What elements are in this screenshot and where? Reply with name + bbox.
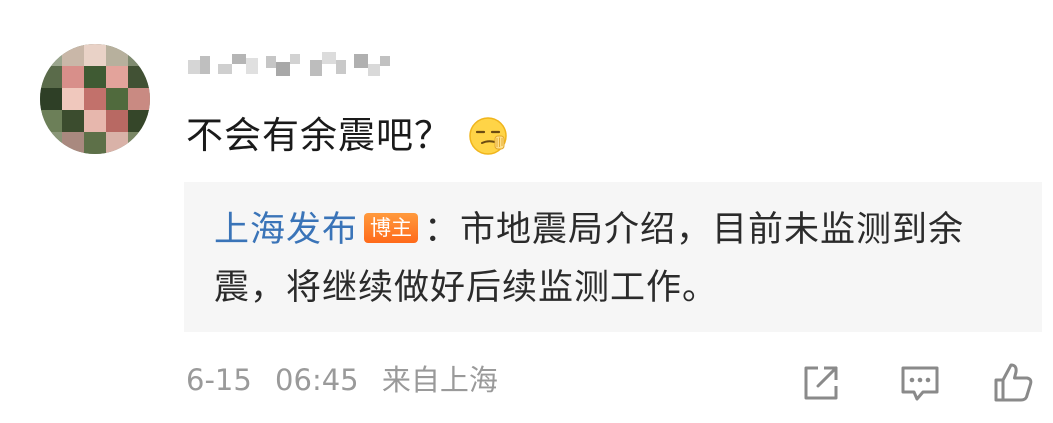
share-button[interactable] — [798, 360, 844, 406]
user-avatar[interactable] — [40, 44, 150, 154]
comment-body: 不会有余震吧？ — [186, 108, 508, 164]
share-icon — [804, 366, 838, 400]
reply-text-part-2: 震，将继续做好后续监测工作。 — [214, 268, 719, 308]
comment-meta: 6-15 06:45 来自上海 — [186, 358, 498, 402]
thumbs-up-icon — [994, 363, 1033, 402]
comment-location: 来自上海 — [381, 363, 498, 397]
username-obscured[interactable] — [188, 46, 398, 86]
reply-line-1: 上海发布 博主 ：市地震局介绍，目前未监测到余 — [214, 205, 964, 255]
like-button[interactable] — [990, 360, 1036, 406]
comment-text: 不会有余震吧？ — [186, 114, 452, 157]
comment-time: 06:45 — [275, 363, 359, 397]
comment-icon — [901, 366, 939, 401]
comment-button[interactable] — [897, 360, 943, 406]
reply-author-link[interactable]: 上海发布 — [214, 210, 358, 250]
avatar-mosaic-image — [40, 44, 150, 154]
blogger-badge: 博主 — [364, 213, 419, 243]
smirk-emoji-icon — [468, 116, 508, 156]
comment-date: 6-15 — [186, 363, 252, 397]
username-mosaic-image — [188, 52, 390, 76]
reply-text-part-1: ：市地震局介绍，目前未监测到余 — [424, 210, 965, 250]
reply-line-2: 震，将继续做好后续监测工作。 — [214, 263, 718, 313]
